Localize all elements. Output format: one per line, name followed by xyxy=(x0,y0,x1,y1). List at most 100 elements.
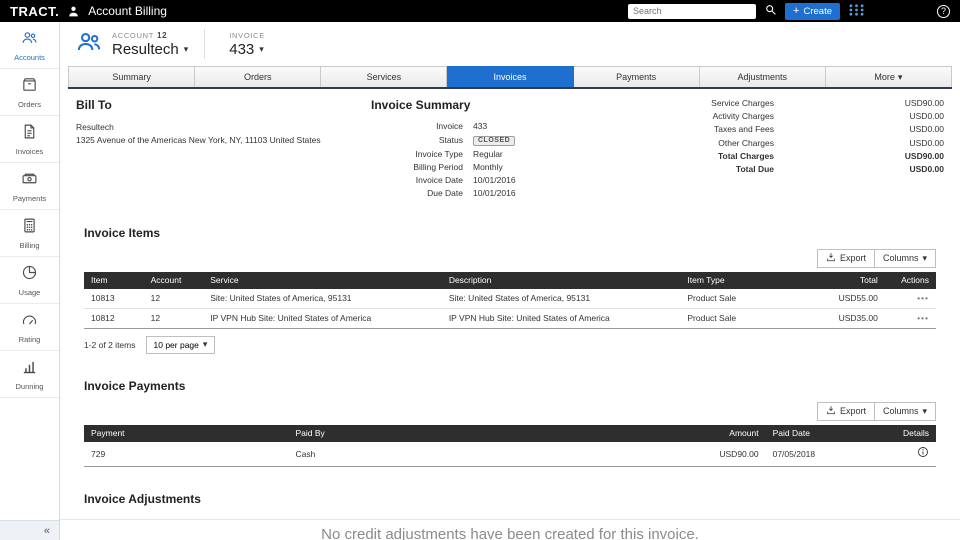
invoice-number: 433 xyxy=(229,40,255,58)
table-header-row: Payment Paid By Amount Paid Date Details xyxy=(84,424,936,442)
sidebar-item-dunning[interactable]: Dunning xyxy=(0,351,59,398)
cell-description: IP VPN Hub Site: United States of Americ… xyxy=(441,308,681,329)
tab-more-label: More xyxy=(874,72,895,82)
export-label: Export xyxy=(839,406,866,416)
table-header-row: Item Account Service Description Item Ty… xyxy=(84,271,936,289)
tab-orders[interactable]: Orders xyxy=(195,66,322,87)
tab-services[interactable]: Services xyxy=(321,66,448,87)
billing-icon xyxy=(21,217,38,239)
summary-field: Due Date 10/01/2016 xyxy=(371,188,656,198)
page-title: Account Billing xyxy=(88,4,167,18)
export-button[interactable]: Export xyxy=(816,248,875,268)
sidebar-item-invoices[interactable]: Invoices xyxy=(0,116,59,163)
row-actions-button[interactable]: ••• xyxy=(884,308,936,329)
main-area: ACCOUNT 12 Resultech ▾ INVOICE 433 ▾ Summ… xyxy=(60,22,960,540)
cell-account: 12 xyxy=(143,308,204,329)
cell-service: IP VPN Hub Site: United States of Americ… xyxy=(203,308,442,329)
items-pagination: 1-2 of 2 items 10 per page ▾ xyxy=(84,335,936,354)
sidebar-item-label: Billing xyxy=(19,241,40,250)
chevron-down-icon: ▾ xyxy=(922,405,927,416)
field-label: Invoice xyxy=(436,121,463,131)
cell-item: 10813 xyxy=(84,288,144,309)
tab-more[interactable]: More ▾ xyxy=(825,66,952,87)
field-value: Regular xyxy=(473,148,503,159)
help-icon[interactable]: ? xyxy=(937,4,950,18)
invoice-eyebrow: INVOICE xyxy=(229,30,265,40)
invoice-summary-section: Bill To Resultech 1325 Avenue of the Ame… xyxy=(76,98,944,201)
account-name: Resultech xyxy=(112,40,179,58)
download-icon xyxy=(826,405,836,417)
details-info-button[interactable] xyxy=(917,446,929,461)
tab-invoices[interactable]: Invoices xyxy=(447,66,574,87)
row-actions-button[interactable]: ••• xyxy=(884,288,936,309)
create-button[interactable]: + Create xyxy=(785,2,840,20)
cell-payment: 729 xyxy=(84,441,289,467)
sidebar-item-rating[interactable]: Rating xyxy=(0,304,59,351)
sidebar-item-payments[interactable]: Payments xyxy=(0,163,59,210)
account-dropdown[interactable]: Resultech ▾ xyxy=(112,41,188,58)
adjustments-empty-message: No credit adjustments have been created … xyxy=(321,525,699,540)
cell-total: USD55.00 xyxy=(799,288,885,309)
charge-label: Taxes and Fees xyxy=(713,124,774,135)
orders-icon xyxy=(21,76,38,98)
apps-grid-icon xyxy=(848,3,865,20)
sidebar-item-orders[interactable]: Orders xyxy=(0,69,59,116)
columns-label: Columns xyxy=(882,406,919,416)
cell-total: USD35.00 xyxy=(799,308,885,329)
tab-payments[interactable]: Payments xyxy=(573,66,700,87)
invoice-dropdown[interactable]: 433 ▾ xyxy=(229,41,265,58)
per-page-label: 10 per page xyxy=(153,339,199,350)
invoice-items-table: Item Account Service Description Item Ty… xyxy=(84,271,936,329)
footer-divider xyxy=(60,519,960,520)
invoice-payments-toolbar: Export Columns ▾ xyxy=(84,401,936,421)
chevron-down-icon: ▾ xyxy=(259,43,264,54)
field-label: Status xyxy=(438,134,463,145)
columns-button[interactable]: Columns ▾ xyxy=(874,401,936,421)
field-value: 10/01/2016 xyxy=(473,187,516,198)
person-icon xyxy=(67,5,80,18)
chevron-down-icon: ▾ xyxy=(897,72,903,82)
invoice-adjustments-heading: Invoice Adjustments xyxy=(84,491,201,506)
columns-button[interactable]: Columns ▾ xyxy=(874,248,936,268)
field-value: 433 xyxy=(473,121,488,131)
summary-field: Status CLOSED xyxy=(371,134,656,146)
charge-label: Total Charges xyxy=(717,150,774,161)
account-selector-block: ACCOUNT 12 Resultech ▾ xyxy=(112,31,188,58)
col-header-item: Item xyxy=(84,271,144,289)
cell-paid-date: 07/05/2018 xyxy=(765,441,877,467)
sidebar-item-billing[interactable]: Billing xyxy=(0,210,59,257)
col-header-actions: Actions xyxy=(884,271,936,289)
col-header-total: Total xyxy=(799,271,885,289)
invoice-adjustments-section: Invoice Adjustments No credit adjustment… xyxy=(76,492,944,540)
col-header-details: Details xyxy=(876,424,936,442)
charge-row: Service Charges USD90.00 xyxy=(656,98,944,108)
charge-value: USD0.00 xyxy=(909,124,945,135)
tab-summary[interactable]: Summary xyxy=(68,66,196,87)
summary-field: Billing Period Monthly xyxy=(371,162,656,172)
search-input[interactable] xyxy=(628,3,757,19)
charge-row: Activity Charges USD0.00 xyxy=(656,111,944,121)
sidebar-item-label: Invoices xyxy=(15,147,44,156)
col-header-service: Service xyxy=(203,271,442,289)
field-value: 10/01/2016 xyxy=(473,174,516,185)
charge-label: Activity Charges xyxy=(712,111,774,122)
search-button[interactable] xyxy=(764,3,777,19)
summary-field: Invoice Type Regular xyxy=(371,149,656,159)
charge-row: Other Charges USD0.00 xyxy=(656,138,944,148)
sidebar-item-accounts[interactable]: Accounts xyxy=(0,22,59,69)
export-button[interactable]: Export xyxy=(816,401,875,421)
charge-row: Taxes and Fees USD0.00 xyxy=(656,124,944,134)
sidebar-item-label: Rating xyxy=(18,335,41,344)
per-page-dropdown[interactable]: 10 per page ▾ xyxy=(145,335,216,354)
sidebar-collapse-button[interactable]: « xyxy=(0,520,59,540)
apps-grid-button[interactable] xyxy=(848,3,865,20)
tab-adjustments[interactable]: Adjustments xyxy=(699,66,826,87)
sidebar-item-usage[interactable]: Usage xyxy=(0,257,59,304)
tab-bar: Summary Orders Services Invoices Payment… xyxy=(68,66,952,89)
plus-icon: + xyxy=(793,4,800,17)
search-icon xyxy=(764,3,777,19)
summary-field: Invoice Date 10/01/2016 xyxy=(371,175,656,185)
col-header-account: Account xyxy=(143,271,204,289)
download-icon xyxy=(826,252,836,264)
cell-amount: USD90.00 xyxy=(663,441,766,467)
